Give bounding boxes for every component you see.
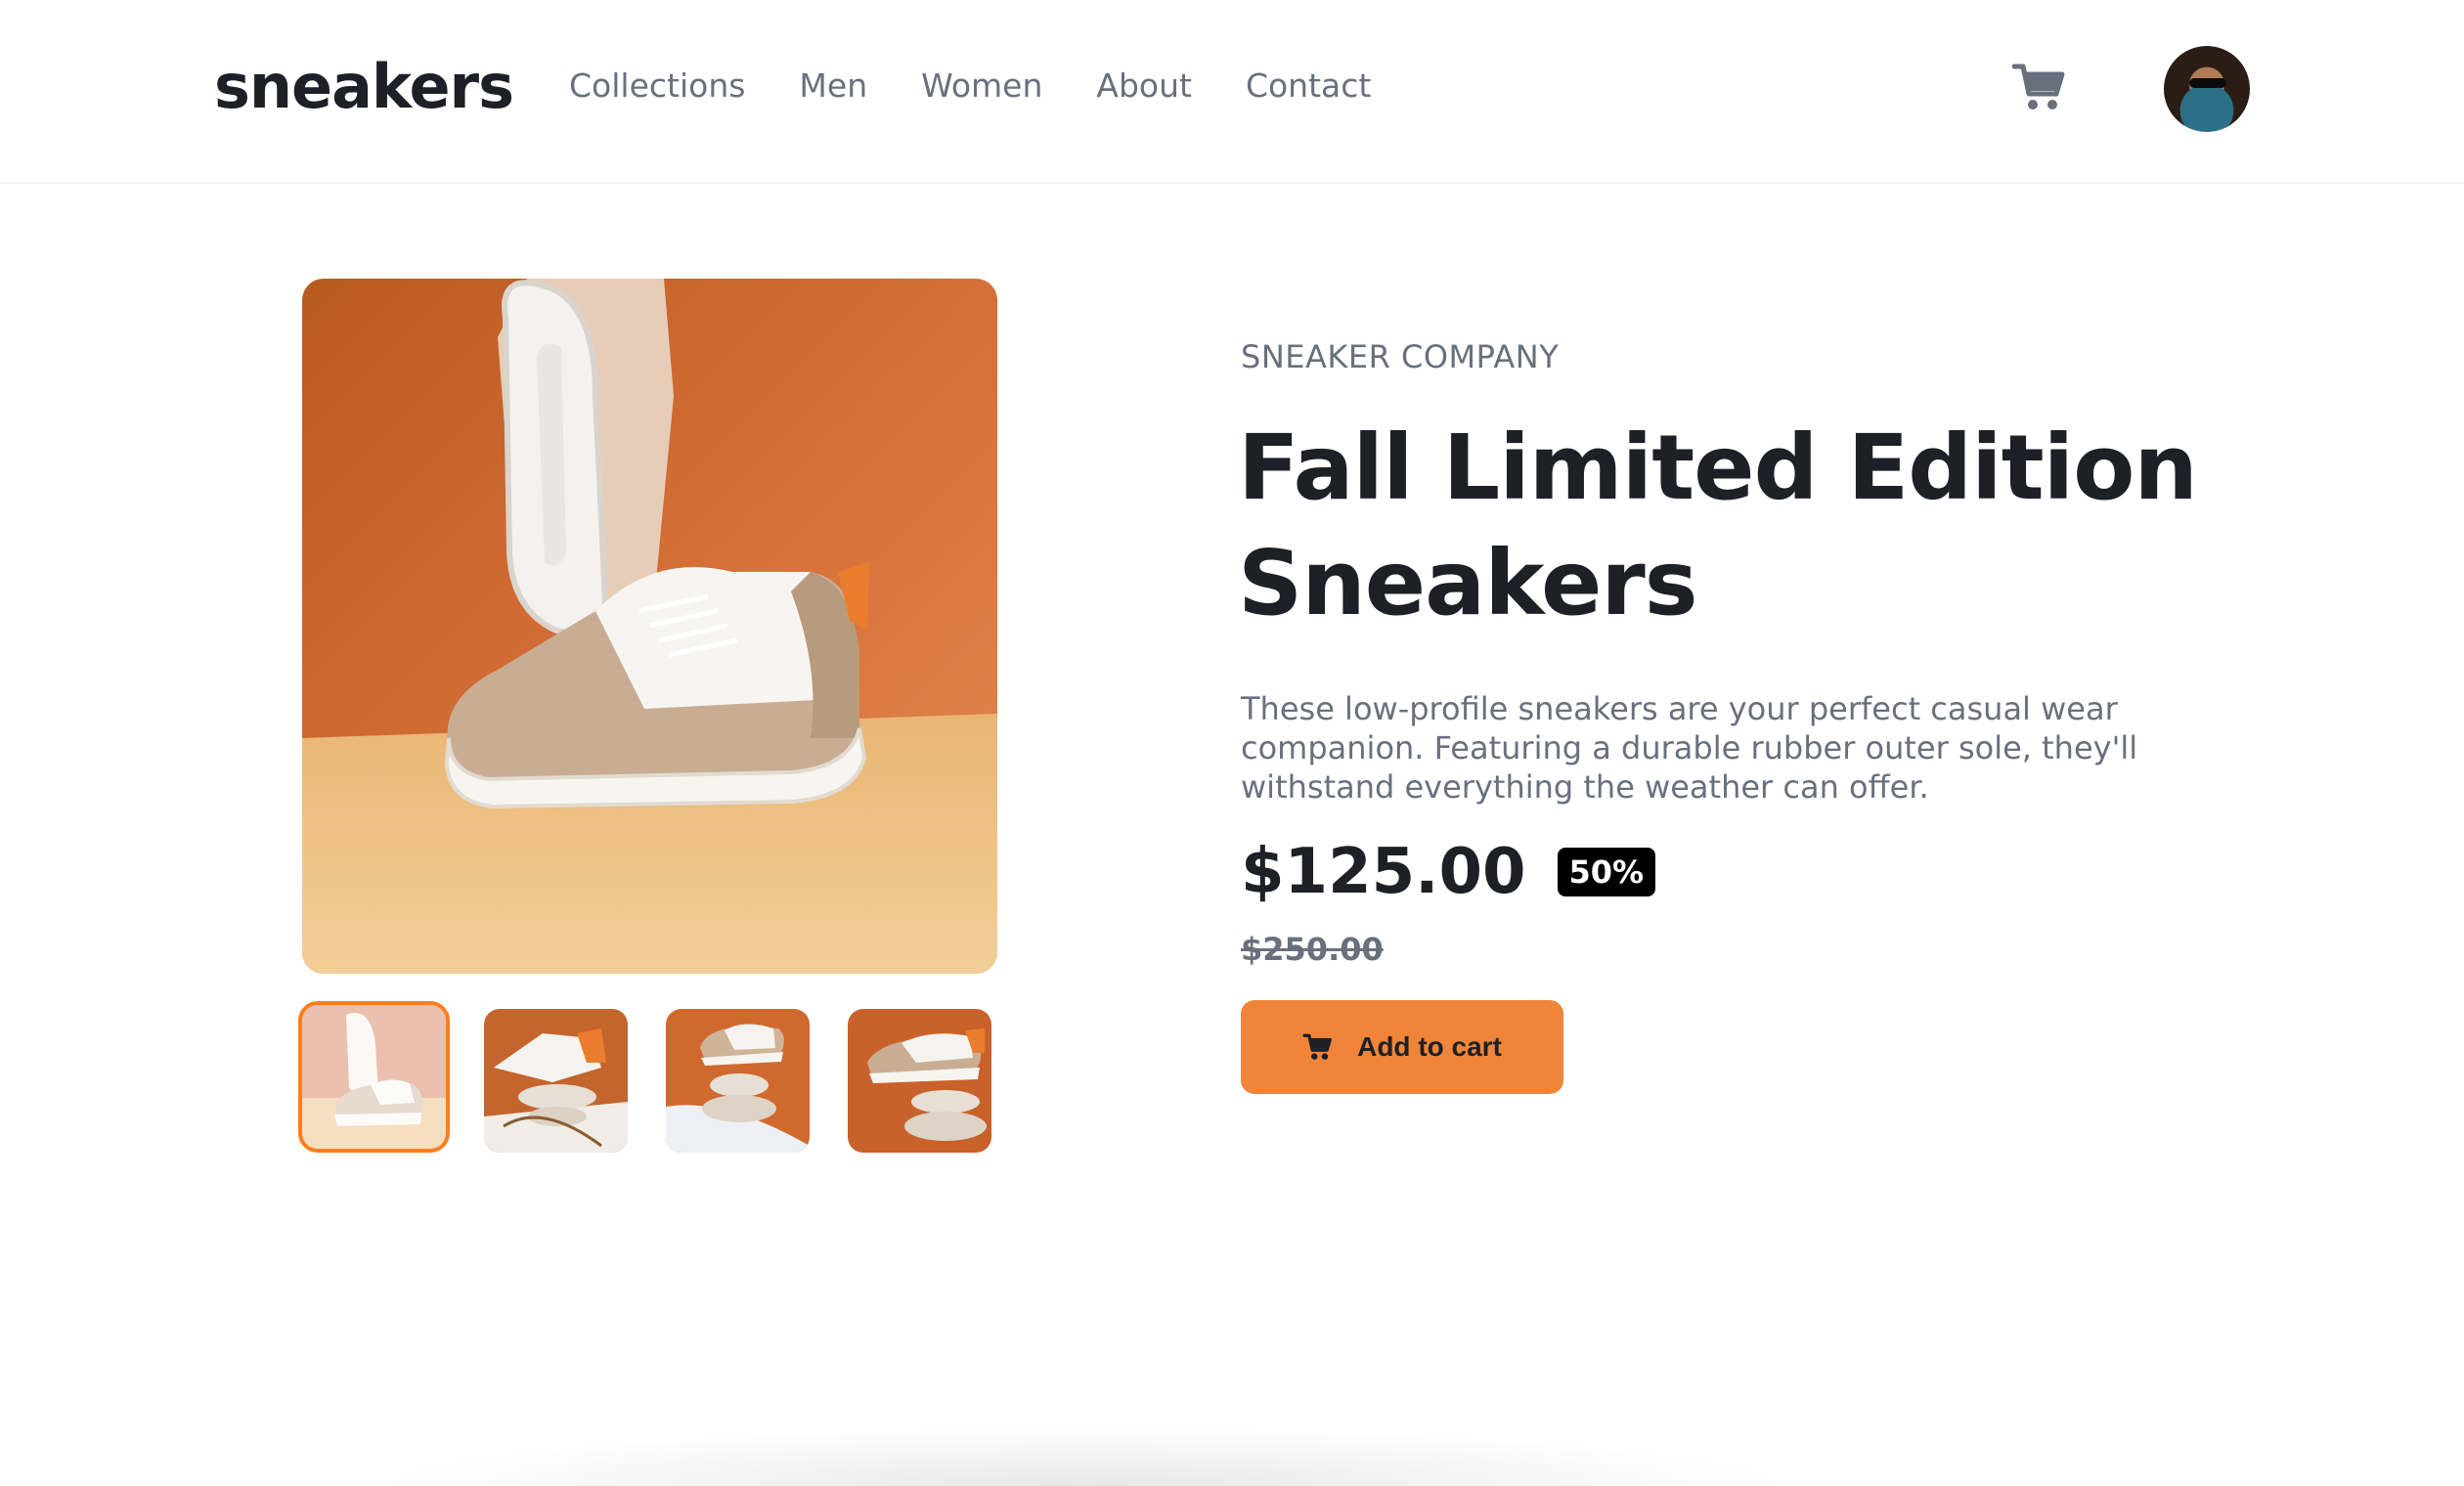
site-header: sneakers Collections Men Women About Con…	[0, 0, 2464, 184]
thumbnail-image-2	[484, 1009, 628, 1153]
cart-icon	[2011, 64, 2065, 109]
cart-icon	[1302, 1033, 1333, 1060]
sneaker-image	[302, 279, 997, 974]
nav-men[interactable]: Men	[799, 66, 867, 105]
thumbnail-2[interactable]	[484, 1009, 628, 1153]
main-nav: Collections Men Women About Contact	[569, 66, 1371, 105]
product-description: These low-profile sneakers are your perf…	[1241, 690, 2138, 806]
nav-contact[interactable]: Contact	[1246, 66, 1371, 105]
original-price: $250.00	[1241, 931, 1384, 968]
add-to-cart-label: Add to cart	[1357, 1031, 1502, 1062]
product-title: Fall Limited Edition Sneakers	[1238, 411, 2216, 641]
discount-badge: 50%	[1557, 848, 1656, 896]
avatar-glasses	[2189, 78, 2226, 88]
thumbnail-1[interactable]	[298, 1001, 450, 1153]
nav-about[interactable]: About	[1096, 66, 1192, 105]
thumbnail-4[interactable]	[848, 1009, 991, 1153]
thumbnail-image-4	[848, 1009, 991, 1153]
price-row: $125.00 50%	[1241, 836, 1656, 908]
nav-women[interactable]: Women	[921, 66, 1042, 105]
current-price: $125.00	[1241, 836, 1526, 908]
add-to-cart-button[interactable]: Add to cart	[1241, 1000, 1563, 1094]
logo[interactable]: sneakers	[214, 51, 514, 122]
product-main-image[interactable]	[302, 279, 997, 974]
thumbnail-image-1	[302, 1005, 446, 1149]
product-title-line-2: Sneakers	[1238, 531, 1697, 635]
thumbnail-image-3	[666, 1009, 810, 1153]
cart-button[interactable]	[2011, 61, 2067, 115]
company-label: SNEAKER COMPANY	[1241, 338, 1560, 375]
product-title-line-1: Fall Limited Edition	[1238, 415, 2198, 520]
thumbnail-3[interactable]	[666, 1009, 810, 1153]
bottom-shadow	[372, 1427, 1799, 1486]
nav-collections[interactable]: Collections	[569, 66, 745, 105]
avatar[interactable]	[2164, 46, 2250, 132]
